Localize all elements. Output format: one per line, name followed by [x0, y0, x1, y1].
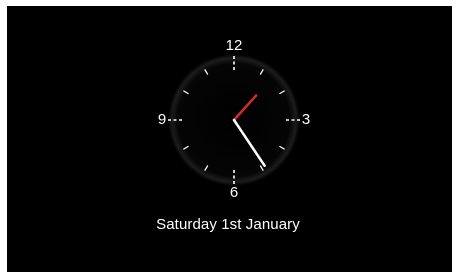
numeral-6: 6 [230, 184, 238, 201]
analog-clock: 12 3 6 9 [158, 37, 310, 201]
numeral-9: 9 [158, 111, 166, 128]
numeral-3: 3 [302, 111, 310, 128]
numeral-12: 12 [226, 37, 243, 54]
date-label: Saturday 1st January [156, 216, 300, 233]
